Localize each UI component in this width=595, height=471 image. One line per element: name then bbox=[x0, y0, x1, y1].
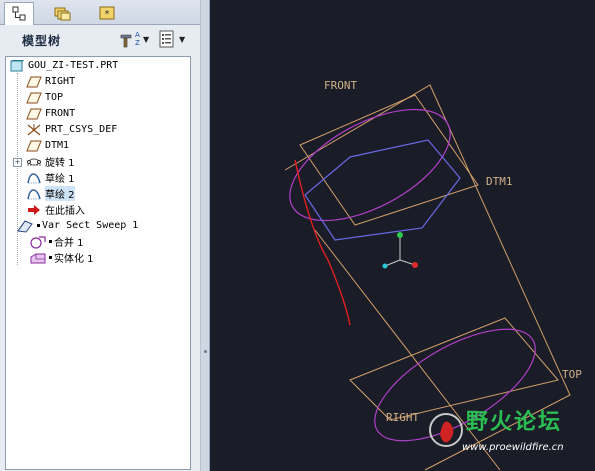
suppressed-marker bbox=[37, 224, 40, 227]
tree-columns-button[interactable]: ▼ bbox=[158, 29, 192, 49]
tree-item-label: Var Sect Sweep 1 bbox=[42, 220, 139, 231]
splitter-grip-icon bbox=[204, 350, 207, 353]
suppressed-marker bbox=[49, 240, 52, 243]
tree-root[interactable]: GOU_ZI-TEST.PRT bbox=[9, 58, 118, 73]
datum-label-front[interactable]: FRONT bbox=[324, 79, 357, 92]
sketch-icon bbox=[26, 187, 42, 201]
sketch-icon bbox=[26, 171, 42, 185]
sweep-section bbox=[304, 139, 461, 241]
hierarchy-icon bbox=[12, 6, 26, 21]
expand-toggle[interactable]: + bbox=[13, 158, 22, 167]
datum-label-top[interactable]: TOP bbox=[562, 368, 582, 381]
chevron-down-icon: ▼ bbox=[179, 34, 186, 44]
tree-item-label: 草绘 2 bbox=[45, 186, 75, 201]
model-tree: GOU_ZI-TEST.PRT RIGHT TOP FRONT PRT_CSYS… bbox=[5, 56, 191, 470]
merge-icon bbox=[30, 235, 46, 249]
datum-plane-icon bbox=[26, 75, 42, 89]
suppressed-marker bbox=[49, 256, 52, 259]
tree-item-label: 实体化 1 bbox=[54, 254, 94, 265]
chevron-down-icon: ▼ bbox=[143, 34, 150, 44]
tree-item-csys[interactable]: PRT_CSYS_DEF bbox=[26, 122, 117, 137]
folders-icon bbox=[54, 7, 71, 21]
var-sect-sweep-icon bbox=[16, 219, 34, 233]
watermark-logo-icon bbox=[429, 413, 463, 447]
revolve-icon bbox=[26, 155, 42, 169]
tree-item-insert-here[interactable]: 在此插入 bbox=[26, 202, 85, 217]
tree-item-label: 旋转 1 bbox=[45, 158, 75, 169]
tree-item-label: DTM1 bbox=[45, 140, 70, 151]
watermark-text: 野火论坛 bbox=[466, 410, 563, 435]
tree-item-label: PRT_CSYS_DEF bbox=[45, 124, 118, 135]
svg-text:*: * bbox=[105, 9, 110, 20]
coordinate-system-icon bbox=[26, 123, 42, 137]
datum-plane-icon bbox=[26, 139, 42, 153]
watermark: 野火论坛 www.proewildfire.cn bbox=[426, 398, 586, 464]
application-window: * 模型树 A Z ▼ ▼ GOU_ZI-TEST.PRT RIGHT TOP … bbox=[0, 0, 595, 471]
tree-item-var-sect-sweep[interactable]: Var Sect Sweep 1 bbox=[16, 218, 138, 233]
tree-item-front[interactable]: FRONT bbox=[26, 106, 75, 121]
graphics-viewport[interactable]: FRONT DTM1 TOP RIGHT 野火论坛 www.proewildfi… bbox=[210, 0, 595, 471]
datum-plane-icon bbox=[26, 91, 42, 105]
tree-item-dtm1[interactable]: DTM1 bbox=[26, 138, 69, 153]
tree-item-top[interactable]: TOP bbox=[26, 90, 63, 105]
datum-plane-dtm1 bbox=[299, 94, 479, 226]
tree-connector bbox=[17, 73, 18, 265]
datum-plane-icon bbox=[26, 107, 42, 121]
tree-item-label: 草绘 1 bbox=[45, 174, 75, 185]
part-icon bbox=[9, 59, 25, 73]
tree-item-solidify[interactable]: 实体化 1 bbox=[30, 250, 94, 265]
watermark-url: www.proewildfire.cn bbox=[462, 442, 564, 453]
tree-item-merge[interactable]: 合并 1 bbox=[30, 234, 84, 249]
tab-model-tree[interactable] bbox=[4, 2, 34, 25]
datum-label-right[interactable]: RIGHT bbox=[386, 411, 419, 424]
tree-settings-icon: A Z bbox=[120, 31, 140, 48]
navigator-tabs: * bbox=[0, 0, 200, 25]
coordinate-system-triad bbox=[382, 232, 418, 269]
tree-item-label: RIGHT bbox=[45, 76, 76, 87]
tree-item-revolve[interactable]: 旋转 1 bbox=[26, 154, 75, 169]
sweep-trajectory bbox=[294, 159, 351, 326]
tree-item-right[interactable]: RIGHT bbox=[26, 74, 75, 89]
tree-columns-icon bbox=[159, 30, 174, 48]
insert-here-arrow-icon bbox=[26, 203, 42, 217]
tree-item-label: FRONT bbox=[45, 108, 76, 119]
solidify-icon bbox=[30, 251, 46, 265]
tab-favorites[interactable]: * bbox=[92, 2, 122, 23]
favorites-icon: * bbox=[99, 6, 115, 20]
panel-title: 模型树 bbox=[22, 34, 62, 48]
tree-item-sketch-1[interactable]: 草绘 1 bbox=[26, 170, 75, 185]
navigator-panel: * 模型树 A Z ▼ ▼ GOU_ZI-TEST.PRT RIGHT TOP … bbox=[0, 0, 200, 471]
tree-root-label: GOU_ZI-TEST.PRT bbox=[28, 60, 119, 71]
svg-text:A: A bbox=[135, 31, 140, 39]
tree-item-label: 合并 1 bbox=[54, 238, 84, 249]
model-tree-toolbar: 模型树 A Z ▼ ▼ bbox=[0, 25, 200, 53]
tree-item-label: TOP bbox=[45, 92, 64, 103]
tree-item-sketch-2[interactable]: 草绘 2 bbox=[26, 186, 75, 201]
svg-text:Z: Z bbox=[135, 39, 140, 47]
datum-label-dtm1[interactable]: DTM1 bbox=[486, 175, 513, 188]
panel-splitter[interactable] bbox=[200, 0, 210, 471]
tree-settings-button[interactable]: A Z ▼ bbox=[118, 29, 152, 49]
tree-item-label: 在此插入 bbox=[45, 206, 85, 217]
tab-folder-browser[interactable] bbox=[48, 2, 78, 23]
